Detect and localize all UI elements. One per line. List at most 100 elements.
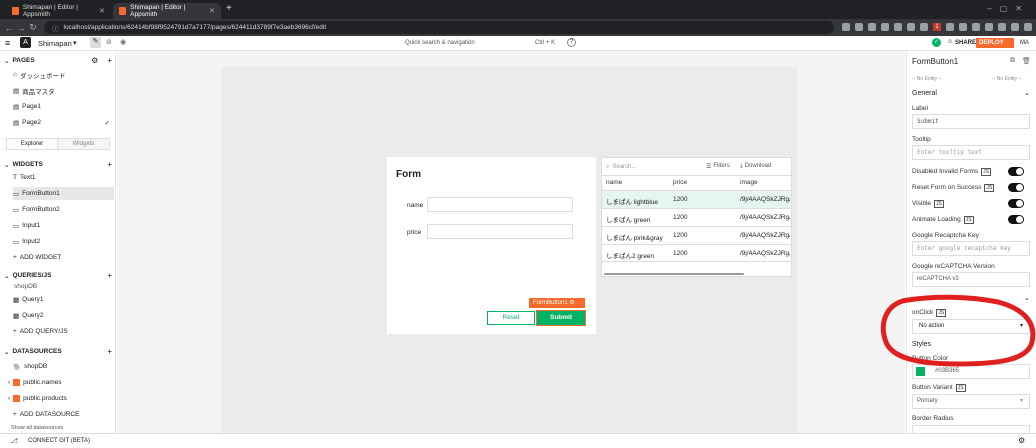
add-datasource-icon[interactable]: + <box>107 347 112 356</box>
address-bar[interactable]: ⓘ localhost/applications/62414bf98f95247… <box>44 21 834 34</box>
add-widget-icon[interactable]: + <box>107 160 112 169</box>
extension-icon[interactable] <box>894 23 902 31</box>
query-item[interactable]: ▦ Query2 <box>13 309 114 322</box>
add-datasource-link[interactable]: + ADD DATASOURCE <box>13 408 114 421</box>
js-toggle[interactable]: JS <box>984 184 995 192</box>
window-controls[interactable]: –▢✕ <box>987 4 1030 13</box>
button-variant-select[interactable]: Primary <box>912 394 1030 409</box>
share-user-icon[interactable]: ☺ <box>947 39 953 45</box>
show-all-datasources-link[interactable]: Show all datasources <box>11 425 63 431</box>
page-item[interactable]: ▤ Page2 ✓ <box>13 116 114 129</box>
download-button[interactable]: ⤓ Download <box>740 163 771 170</box>
extension-icon[interactable] <box>985 23 993 31</box>
new-tab-button[interactable]: + <box>226 3 232 14</box>
visible-toggle[interactable] <box>1008 199 1024 208</box>
chevron-down-icon[interactable]: ▾ <box>1020 397 1023 404</box>
extension-badge[interactable]: 1 <box>933 23 941 31</box>
datasource-table-item[interactable]: › public.names <box>8 376 109 389</box>
help-icon[interactable]: ? <box>567 38 576 47</box>
recaptcha-version-select[interactable]: reCAPTCHA v3 <box>912 272 1030 287</box>
pointer-icon[interactable]: ⊘ <box>106 38 112 46</box>
table-row[interactable]: しまぱん green 1200 /9j/4AAQSkZJRgABAQ <box>602 208 791 226</box>
page-item[interactable]: ⌂ ダッシュボード <box>13 68 114 81</box>
reset-button[interactable]: Reset <box>487 311 535 325</box>
general-section-header[interactable]: General <box>912 90 937 97</box>
table-widget[interactable]: ⌕ Search... ☰ Filters ⤓ Download name price… <box>601 157 792 277</box>
copy-icon[interactable]: ⧉ <box>1010 57 1015 65</box>
delete-icon[interactable]: 🗑 <box>1022 57 1031 65</box>
tooltip-input[interactable]: Enter tooltip text <box>912 145 1030 160</box>
extension-icon[interactable] <box>855 23 863 31</box>
app-name[interactable]: Shimapan <box>38 39 72 48</box>
settings-icon[interactable]: ⚙ <box>1018 436 1025 445</box>
add-query-icon[interactable]: + <box>107 271 112 280</box>
reset-form-toggle[interactable] <box>1008 183 1024 192</box>
query-item[interactable]: ▦ Query1 <box>13 293 114 306</box>
widget-item[interactable]: ▭ Input1 <box>13 219 114 232</box>
user-avatar[interactable]: MA <box>1020 40 1029 46</box>
tab-explorer[interactable]: Explorer <box>7 139 58 149</box>
datasources-section-header[interactable]: ⌄ DATASOURCES + <box>4 347 112 356</box>
extension-icon[interactable] <box>1024 23 1032 31</box>
settings-icon[interactable]: ⚙ <box>91 56 98 65</box>
extension-icon[interactable] <box>959 23 967 31</box>
tab-widgets[interactable]: Widgets <box>58 139 109 149</box>
extension-icon[interactable] <box>920 23 928 31</box>
label-input[interactable]: Submit <box>912 114 1030 129</box>
widget-name-title[interactable]: FormButton1 <box>912 57 958 66</box>
chevron-down-icon[interactable]: ▾ <box>73 39 77 47</box>
close-icon[interactable]: ✕ <box>209 7 215 15</box>
extension-icon[interactable] <box>946 23 954 31</box>
extension-icon[interactable] <box>842 23 850 31</box>
appsmith-logo-icon[interactable]: A <box>20 37 31 48</box>
widget-item[interactable]: ▭ Input2 <box>13 235 114 248</box>
selected-widget-tag[interactable]: FormButton1 ⚙ <box>529 298 585 308</box>
datasource-item[interactable]: 🐘 shopDB <box>13 360 114 373</box>
extension-icon[interactable] <box>868 23 876 31</box>
widget-item-selected[interactable]: ▭ FormButton1 <box>13 187 114 200</box>
column-header[interactable]: price <box>673 179 687 186</box>
hamburger-icon[interactable]: ≡ <box>5 38 10 48</box>
add-query-link[interactable]: + ADD QUERY/JS <box>13 325 114 338</box>
table-row[interactable]: しまぱん lightblue 1200 /9j/4AAQSkZJRgABAQ <box>602 190 791 208</box>
disabled-invalid-forms-toggle[interactable] <box>1008 167 1024 176</box>
recaptcha-key-input[interactable]: Enter google recaptcha key <box>912 241 1030 256</box>
form-widget[interactable]: Form name price Reset Submit FormButton1… <box>387 157 596 334</box>
column-header[interactable]: image <box>740 179 758 186</box>
browser-tab[interactable]: Shimapan | Editor | Appsmith ✕ <box>6 3 111 19</box>
table-row[interactable]: しまぱん pink&gray 1200 /9j/4AAQSkZJRgABAQ <box>602 226 791 244</box>
price-input[interactable] <box>427 224 573 239</box>
datasource-table-item[interactable]: › public.products <box>8 392 109 405</box>
widgets-section-header[interactable]: ⌄ WIDGETS + <box>4 160 112 169</box>
search-trigger[interactable]: Quick search & navigation <box>405 40 475 46</box>
widget-item[interactable]: ▭ FormButton2 <box>13 203 114 216</box>
table-search-input[interactable]: ⌕ Search... <box>606 161 696 173</box>
add-page-icon[interactable]: + <box>107 56 112 65</box>
add-widget-link[interactable]: + ADD WIDGET <box>13 251 114 264</box>
page-item[interactable]: ▤ 商品マスタ <box>13 84 114 97</box>
js-toggle[interactable]: JS <box>981 168 991 176</box>
back-icon[interactable]: ← <box>3 23 15 33</box>
horizontal-scrollbar[interactable] <box>604 273 744 275</box>
browser-tab-active[interactable]: Shimapan | Editor | Appsmith ✕ <box>113 3 221 19</box>
table-row[interactable]: しまぱん2 green 1200 /9j/4AAQSkZJRgABAQ <box>602 244 791 262</box>
js-toggle[interactable]: JS <box>963 216 974 224</box>
queries-section-header[interactable]: ⌄ QUERIES/JS + <box>4 271 112 280</box>
reload-icon[interactable]: ↻ <box>27 22 39 33</box>
pages-section-header[interactable]: ⌄ PAGES ⚙ + <box>4 56 112 65</box>
entity-left[interactable]: -- No Entity -- <box>912 76 942 82</box>
page-item[interactable]: ▤ Page1 <box>13 100 114 113</box>
extension-icon[interactable] <box>881 23 889 31</box>
connect-git-button[interactable]: CONNECT GIT (BETA) <box>28 438 90 444</box>
extension-icon[interactable] <box>907 23 915 31</box>
entity-right[interactable]: -- No Entity -- <box>992 76 1022 82</box>
submit-button[interactable]: Submit <box>536 310 586 326</box>
js-toggle[interactable]: JS <box>955 384 966 392</box>
close-icon[interactable]: ✕ <box>99 7 105 15</box>
filters-button[interactable]: ☰ Filters <box>706 163 730 170</box>
forward-icon[interactable]: → <box>15 23 27 33</box>
eye-icon[interactable]: ◉ <box>120 38 126 46</box>
border-radius-options[interactable] <box>912 425 1030 433</box>
js-toggle[interactable]: JS <box>934 200 944 208</box>
extension-icon[interactable] <box>998 23 1006 31</box>
